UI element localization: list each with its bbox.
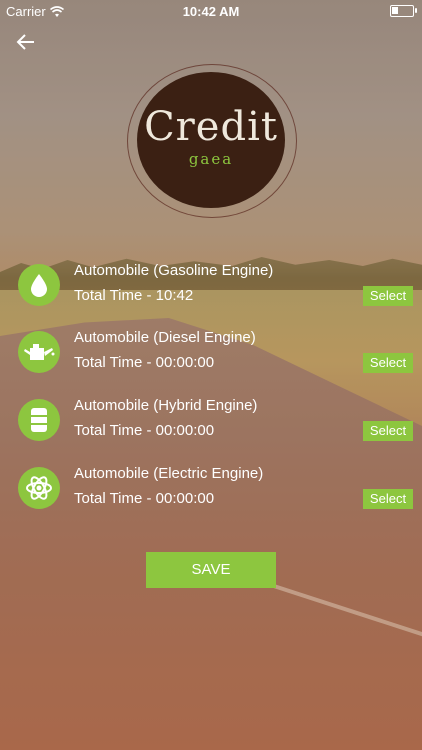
engine-item-hybrid: Automobile (Hybrid Engine) Total Time - …: [0, 397, 422, 449]
drop-icon: [18, 264, 60, 306]
logo-text: Credit: [144, 104, 278, 150]
status-time: 10:42 AM: [182, 4, 240, 19]
engine-item-diesel: Automobile (Diesel Engine) Total Time - …: [0, 329, 422, 381]
engine-total-time: Total Time - 00:00:00: [74, 354, 215, 371]
engine-title: Automobile (Electric Engine): [74, 465, 264, 482]
battery-level: [392, 7, 398, 14]
select-button-gasoline[interactable]: Select: [363, 286, 413, 306]
select-button-electric[interactable]: Select: [363, 489, 413, 509]
oil-can-icon: [18, 331, 60, 373]
back-arrow-icon: [16, 34, 34, 50]
engine-total-time: Total Time - 10:42: [74, 287, 194, 304]
engine-total-time: Total Time - 00:00:00: [74, 422, 215, 439]
back-button[interactable]: [14, 30, 38, 54]
logo-subtext: gaea: [188, 150, 234, 168]
status-bar: Carrier 10:42 AM: [0, 0, 422, 22]
engine-item-electric: Automobile (Electric Engine) Total Time …: [0, 465, 422, 517]
engine-title: Automobile (Gasoline Engine): [74, 262, 274, 279]
screen: Carrier 10:42 AM Credit gaea Automobile …: [0, 0, 422, 750]
atom-icon: [18, 467, 60, 509]
engine-item-gasoline: Automobile (Gasoline Engine) Total Time …: [0, 262, 422, 314]
engine-title: Automobile (Diesel Engine): [74, 329, 256, 346]
battery-icon: [390, 5, 417, 17]
select-button-hybrid[interactable]: Select: [363, 421, 413, 441]
engine-title: Automobile (Hybrid Engine): [74, 397, 258, 414]
engine-total-time: Total Time - 00:00:00: [74, 490, 215, 507]
save-button[interactable]: SAVE: [146, 552, 276, 588]
barrel-icon: [18, 399, 60, 441]
select-button-diesel[interactable]: Select: [363, 353, 413, 373]
